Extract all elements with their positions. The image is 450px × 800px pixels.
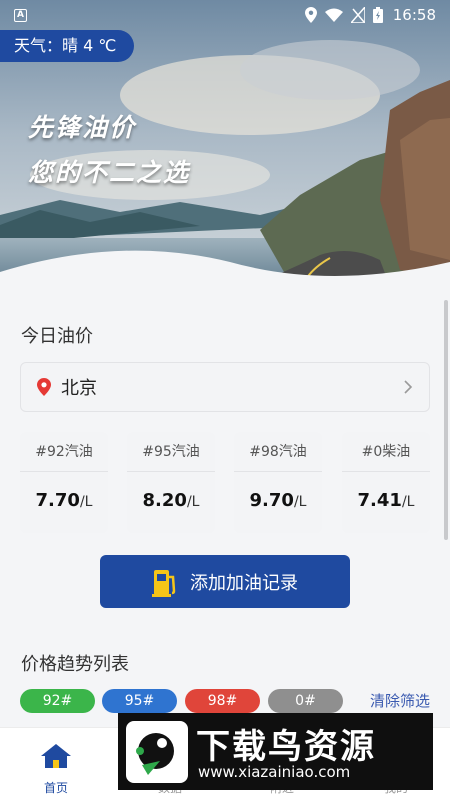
chevron-right-icon [404,380,413,394]
fuel-pump-icon [152,567,178,597]
location-pin-icon [37,378,51,396]
price-label: #0柴油 [342,432,430,472]
scrollbar[interactable] [444,300,448,540]
price-card-92: #92汽油 7.70/L [20,432,108,533]
price-label: #95汽油 [127,432,215,472]
price-unit: /L [401,494,415,510]
filter-chip-0[interactable]: 0# [268,689,343,713]
city-name: 北京 [61,378,97,399]
price-card-95: #95汽油 8.20/L [127,432,215,533]
weather-badge: 天气：晴 4 ℃ [0,30,135,62]
price-value: 7.41 [357,490,402,511]
price-label: #98汽油 [234,432,322,472]
trend-list-title: 价格趋势列表 [21,654,129,675]
price-value: 8.20 [142,490,187,511]
clock: 16:58 [392,6,436,24]
battery-icon [372,7,383,23]
watermark-bird-logo-icon [126,721,188,783]
price-label: #92汽油 [20,432,108,472]
home-icon [41,744,71,768]
price-value: 7.70 [35,490,80,511]
price-value: 9.70 [249,490,294,511]
slogan-line2: 您的不二之选 [28,158,191,187]
price-unit: /L [186,494,200,510]
status-bar: A 16:58 [0,0,450,30]
filter-chip-98[interactable]: 98# [185,689,260,713]
price-unit: /L [79,494,93,510]
add-fuel-record-label: 添加加油记录 [190,572,298,594]
wifi-icon [324,8,343,22]
tab-label: 首页 [43,781,68,795]
watermark-overlay: 下载鸟资源 www.xiazainiao.com [118,713,433,790]
add-fuel-record-button[interactable]: 添加加油记录 [100,555,350,608]
clear-filter-link[interactable]: 清除筛选 [370,690,430,711]
city-selector[interactable]: 北京 [20,362,430,412]
price-card-0-diesel: #0柴油 7.41/L [342,432,430,533]
filter-chip-95[interactable]: 95# [102,689,177,713]
location-icon [304,7,317,23]
watermark-url: www.xiazainiao.com [198,763,351,781]
price-unit: /L [293,494,307,510]
filter-chip-92[interactable]: 92# [20,689,95,713]
slogan-line1: 先锋油价 [28,113,137,142]
no-signal-icon [350,7,365,23]
watermark-title: 下载鸟资源 [196,727,376,767]
price-card-98: #98汽油 9.70/L [234,432,322,533]
tab-home[interactable]: 首页 [26,744,86,796]
today-price-title: 今日油价 [21,326,93,347]
notification-a-icon: A [14,8,27,22]
